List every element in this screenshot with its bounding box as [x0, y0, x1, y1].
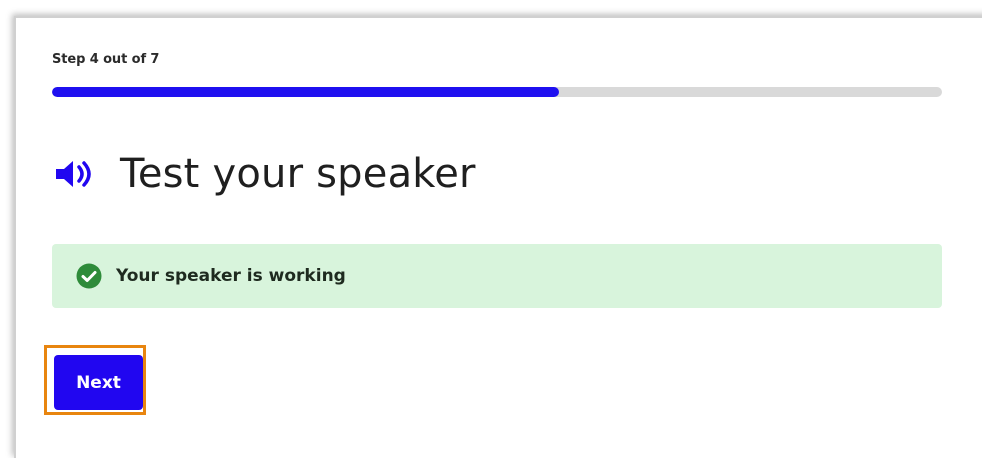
step-indicator: Step 4 out of 7 — [52, 52, 160, 67]
status-banner: Your speaker is working — [52, 244, 942, 308]
wizard-card — [14, 16, 982, 458]
page: Step 4 out of 7 Test your speaker Your s… — [0, 0, 982, 458]
next-button[interactable]: Next — [54, 355, 143, 410]
check-circle-icon — [76, 263, 102, 289]
progress-bar — [52, 87, 942, 97]
title-row: Test your speaker — [54, 146, 476, 202]
status-message: Your speaker is working — [116, 266, 346, 286]
speaker-icon — [56, 161, 91, 187]
page-title: Test your speaker — [120, 151, 476, 197]
progress-bar-fill — [52, 87, 560, 97]
